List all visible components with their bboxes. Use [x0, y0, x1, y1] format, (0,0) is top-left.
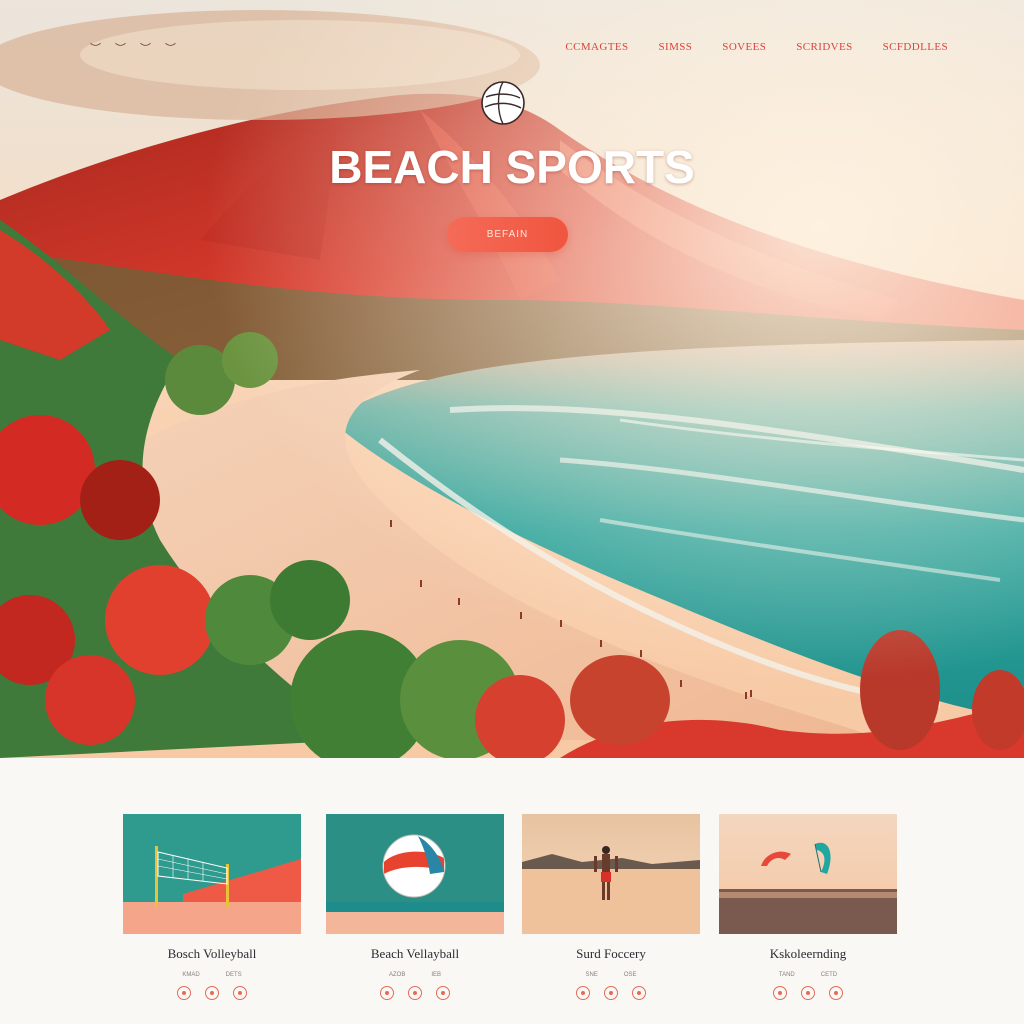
share-icon[interactable]	[436, 986, 450, 1000]
chevron-icon[interactable]	[604, 986, 618, 1000]
sport-card-meta: SNE OSE	[522, 972, 700, 978]
sport-card-meta: AZOB IEB	[326, 972, 504, 978]
location-icon[interactable]	[773, 986, 787, 1000]
nav-link-simss[interactable]: SIMSS	[659, 41, 693, 53]
sport-card-image	[123, 814, 301, 934]
location-icon[interactable]	[380, 986, 394, 1000]
nav-link-scfddlles[interactable]: SCFDDLLES	[883, 41, 948, 53]
sport-card-title: Beach Vellayball	[370, 946, 460, 961]
meta-label: SNE	[585, 972, 598, 978]
sport-card[interactable]: Beach Vellayball AZOB IEB	[326, 814, 504, 1000]
sport-card[interactable]: Bosch Volleyball KMAD DETS	[123, 814, 301, 1000]
meta-label: DETS	[225, 972, 242, 978]
hero-section: ︶ ︶ ︶ ︶ CCMAGTES SIMSS SOVEES SCRIDVES S…	[0, 0, 1024, 758]
nav-link-scridves[interactable]: SCRIDVES	[796, 41, 852, 53]
share-icon[interactable]	[829, 986, 843, 1000]
chevron-icon[interactable]	[801, 986, 815, 1000]
meta-label: CETD	[820, 972, 838, 978]
bird-icon: ︶	[115, 43, 126, 55]
meta-label: IEB	[431, 972, 441, 978]
sport-card-icons	[522, 986, 700, 1000]
hero-cta-button[interactable]: BEFAIN	[447, 217, 568, 252]
bird-icon: ︶	[165, 43, 176, 55]
sport-card-icons	[326, 986, 504, 1000]
share-icon[interactable]	[632, 986, 646, 1000]
nav-link-sovees[interactable]: SOVEES	[722, 41, 766, 53]
bird-icon: ︶	[90, 43, 101, 55]
sport-card-image	[719, 814, 897, 934]
sport-card[interactable]: Kskoleernding TAND CETD	[719, 814, 897, 1000]
sport-card-image	[522, 814, 700, 934]
sport-card-title: Bosch Volleyball	[167, 946, 257, 961]
meta-label: TAND	[778, 972, 795, 978]
nav-birds: ︶ ︶ ︶ ︶	[90, 40, 176, 56]
sport-card-meta: TAND CETD	[719, 972, 897, 978]
bird-icon: ︶	[140, 43, 151, 55]
meta-label: OSE	[623, 972, 637, 978]
top-nav: CCMAGTES SIMSS SOVEES SCRIDVES SCFDDLLES	[565, 41, 948, 53]
nav-link-ccmagtes[interactable]: CCMAGTES	[565, 41, 628, 53]
location-icon[interactable]	[177, 986, 191, 1000]
sport-card[interactable]: Surd Foccery SNE OSE	[522, 814, 700, 1000]
sports-cards-section: Bosch Volleyball KMAD DETS Beach Vellayb…	[0, 758, 1024, 1024]
sport-card-image	[326, 814, 504, 934]
sport-card-icons	[123, 986, 301, 1000]
sport-card-meta: KMAD DETS	[123, 972, 301, 978]
sport-card-title: Kskoleernding	[769, 946, 847, 961]
sport-card-title: Surd Foccery	[576, 946, 646, 961]
share-icon[interactable]	[233, 986, 247, 1000]
volleyball-logo-icon	[481, 81, 525, 125]
chevron-icon[interactable]	[205, 986, 219, 1000]
location-icon[interactable]	[576, 986, 590, 1000]
chevron-icon[interactable]	[408, 986, 422, 1000]
meta-label: AZOB	[388, 972, 406, 978]
sport-card-icons	[719, 986, 897, 1000]
meta-label: KMAD	[182, 972, 200, 978]
page-title: BEACH SPORTS	[329, 141, 695, 193]
